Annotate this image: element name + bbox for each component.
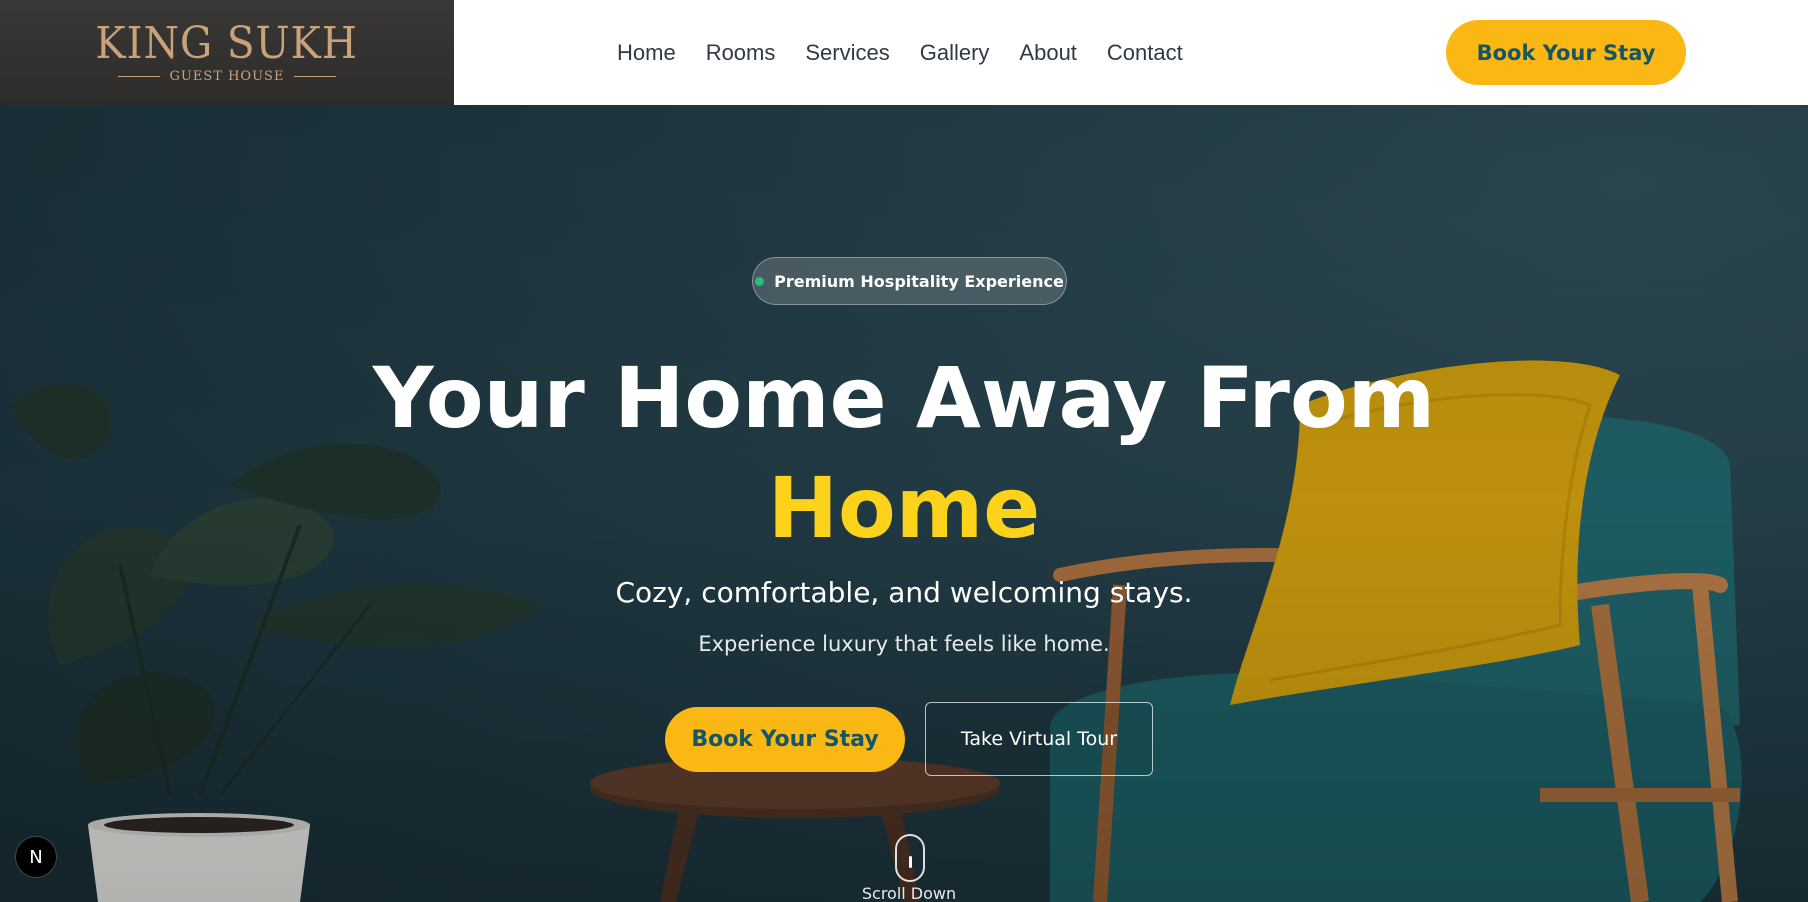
logo-subtitle: GUEST HOUSE [169, 69, 285, 84]
hero-badge-text: Premium Hospitality Experience [774, 271, 1064, 291]
nav-link-services[interactable]: Services [805, 40, 889, 66]
virtual-tour-button[interactable]: Take Virtual Tour [925, 702, 1153, 776]
header-book-button[interactable]: Book Your Stay [1446, 20, 1686, 85]
nav-link-contact[interactable]: Contact [1107, 40, 1183, 66]
scroll-down-label: Scroll Down [861, 884, 957, 902]
hero-headline: Your Home Away From [372, 349, 1436, 447]
nextjs-n-icon[interactable]: N [15, 836, 57, 878]
hero-book-button[interactable]: Book Your Stay [665, 707, 905, 772]
logo-divider-right [294, 76, 337, 77]
logo-divider-left [117, 76, 160, 77]
nav-link-home[interactable]: Home [617, 40, 676, 66]
hero-headline-accent: Home [767, 459, 1041, 557]
status-dot-icon [755, 276, 765, 286]
site-header: KING SUKH GUEST HOUSE Home Rooms Service… [0, 0, 1808, 105]
nav-link-about[interactable]: About [1019, 40, 1077, 66]
hero-section: Premium Hospitality Experience Your Home… [0, 105, 1808, 902]
hero-subtext: Experience luxury that feels like home. [698, 632, 1110, 656]
nav-link-rooms[interactable]: Rooms [706, 40, 776, 66]
hero-subheading: Cozy, comfortable, and welcoming stays. [615, 576, 1193, 609]
logo-subtitle-row: GUEST HOUSE [117, 69, 337, 84]
scroll-wheel [909, 856, 912, 868]
mouse-scroll-icon[interactable] [895, 834, 925, 882]
main-nav: Home Rooms Services Gallery About Contac… [617, 0, 1183, 105]
hero-badge: Premium Hospitality Experience [752, 257, 1067, 305]
nav-link-gallery[interactable]: Gallery [920, 40, 990, 66]
logo-title: KING SUKH [95, 18, 359, 69]
logo[interactable]: KING SUKH GUEST HOUSE [0, 0, 454, 105]
